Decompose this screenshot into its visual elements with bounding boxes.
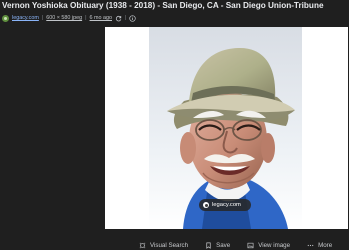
preview-image-panel[interactable]: legacy.com xyxy=(105,27,348,229)
age-link[interactable]: 6 mo ago xyxy=(90,15,112,21)
more-button[interactable]: More xyxy=(307,242,332,249)
legacy-logo-icon xyxy=(203,202,209,208)
image-preview-pane: Vernon Yoshioka Obituary (1938 - 2018) -… xyxy=(0,0,349,250)
more-label: More xyxy=(318,241,333,249)
bookmark-icon xyxy=(205,242,212,249)
more-dots-icon xyxy=(307,242,314,249)
legacy-favicon-icon xyxy=(2,14,9,22)
info-icon[interactable] xyxy=(129,14,137,22)
save-label: Save xyxy=(216,241,231,249)
view-image-label: View image xyxy=(258,241,291,249)
lens-icon xyxy=(139,242,146,249)
obituary-photo[interactable]: legacy.com xyxy=(149,27,302,229)
result-meta: legacy.com | 600 × 580 jpeg | 6 mo ago | xyxy=(2,13,137,23)
save-button[interactable]: Save xyxy=(205,242,230,249)
visual-search-button[interactable]: Visual Search xyxy=(139,242,188,249)
watermark-text: legacy.com xyxy=(212,202,241,208)
dimensions-link[interactable]: 600 × 580 jpeg xyxy=(46,15,82,21)
meta-separator: | xyxy=(85,15,87,21)
image-icon xyxy=(247,242,254,249)
visual-search-label: Visual Search xyxy=(150,241,189,249)
source-link[interactable]: legacy.com xyxy=(12,15,39,21)
refresh-icon[interactable] xyxy=(115,15,122,22)
legacy-watermark: legacy.com xyxy=(199,199,251,211)
view-image-button[interactable]: View image xyxy=(247,242,290,249)
meta-separator: | xyxy=(41,15,44,21)
image-actions: Visual Search Save View image More xyxy=(139,240,332,250)
meta-separator: | xyxy=(125,15,127,21)
result-title[interactable]: Vernon Yoshioka Obituary (1938 - 2018) -… xyxy=(2,1,347,10)
